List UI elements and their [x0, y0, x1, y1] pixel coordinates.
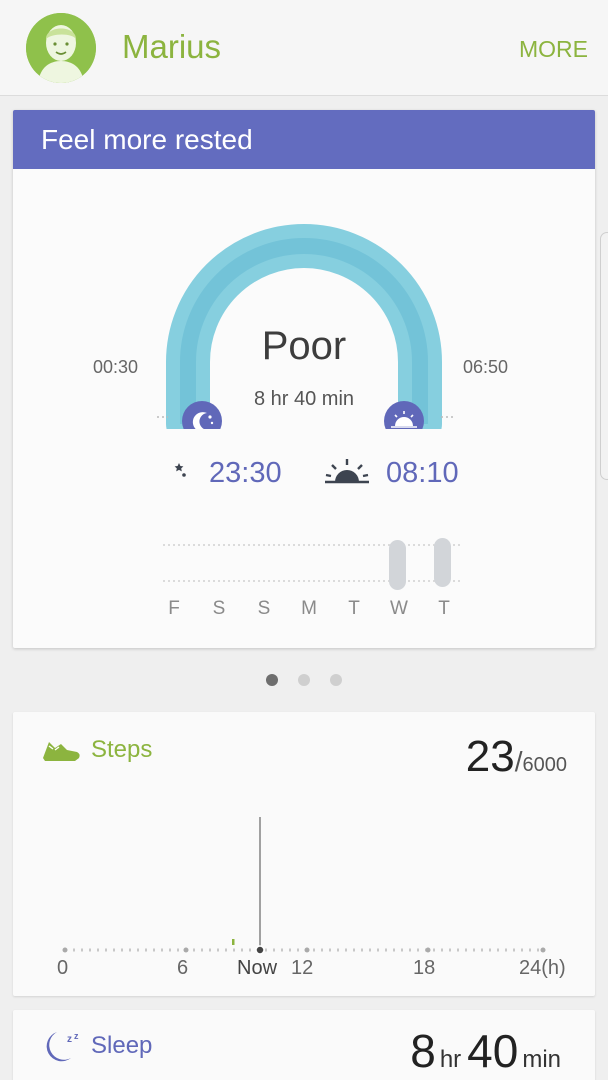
app-header: Marius MORE: [0, 0, 608, 96]
page-dot-active[interactable]: [266, 674, 278, 686]
axis-tick-label: 18: [413, 957, 436, 979]
week-day-label: M: [301, 598, 317, 619]
axis-now-label: Now: [237, 957, 278, 979]
week-day-label: S: [257, 598, 271, 619]
sleep-insight-card[interactable]: Feel more rested 00:30 06:50 Poor 8 hr 4…: [13, 110, 595, 648]
page-dot[interactable]: [330, 674, 342, 686]
week-day-label: S: [212, 598, 226, 619]
sunrise-icon: [325, 459, 369, 484]
sleep-minutes: 40: [467, 1025, 519, 1077]
steps-timeline-chart: [62, 817, 546, 955]
week-bar-wed: [389, 540, 406, 590]
card-banner: Feel more rested: [13, 110, 595, 169]
page-dot[interactable]: [298, 674, 310, 686]
steps-bar: [232, 939, 235, 945]
user-name[interactable]: Marius: [122, 28, 221, 66]
next-card-edge[interactable]: [600, 232, 608, 480]
more-button[interactable]: MORE: [519, 36, 588, 63]
now-marker-dot: [255, 945, 265, 955]
axis-tick-dot: [425, 947, 431, 953]
week-day-label: T: [438, 598, 450, 619]
week-day-label: W: [390, 598, 408, 619]
avatar[interactable]: [26, 13, 96, 83]
svg-text:z: z: [67, 1034, 72, 1045]
steps-card[interactable]: Steps 23/6000 0 6 Now 12 18 24(h): [13, 712, 595, 996]
axis-tick-dot: [540, 947, 546, 953]
sleep-quality: Poor: [261, 324, 347, 368]
week-day-label: T: [348, 598, 360, 619]
sleep-total: 8 hr 40 min: [410, 1024, 567, 1078]
axis-tick-label: 24(h): [519, 957, 566, 979]
axis-tick-dot: [304, 947, 310, 953]
sleep-duration: 8 hr 40 min: [253, 388, 355, 410]
moon-icon: [162, 457, 187, 488]
wake-time: 08:10: [386, 457, 459, 489]
axis-tick-dot: [183, 947, 189, 953]
svg-text:z: z: [74, 1031, 79, 1041]
sleep-card[interactable]: z z Sleep 8 hr 40 min: [13, 1010, 595, 1080]
sleep-minutes-unit: min: [522, 1046, 561, 1073]
axis-tick-label: 6: [177, 957, 189, 979]
axis-tick-label: 0: [57, 957, 69, 979]
week-bar-thu: [434, 538, 451, 587]
user-avatar-icon: [26, 13, 96, 83]
bed-time: 23:30: [209, 457, 282, 489]
page-indicator: [0, 674, 608, 688]
sleep-label: Sleep: [91, 1032, 153, 1059]
sleep-hours-unit: hr: [439, 1046, 462, 1073]
sleep-hours: 8: [410, 1025, 436, 1077]
week-day-label: F: [168, 598, 180, 619]
axis-tick-dot: [62, 947, 68, 953]
axis-tick-label: 12: [291, 957, 314, 979]
sleep-zz-icon: z z: [46, 1031, 79, 1062]
